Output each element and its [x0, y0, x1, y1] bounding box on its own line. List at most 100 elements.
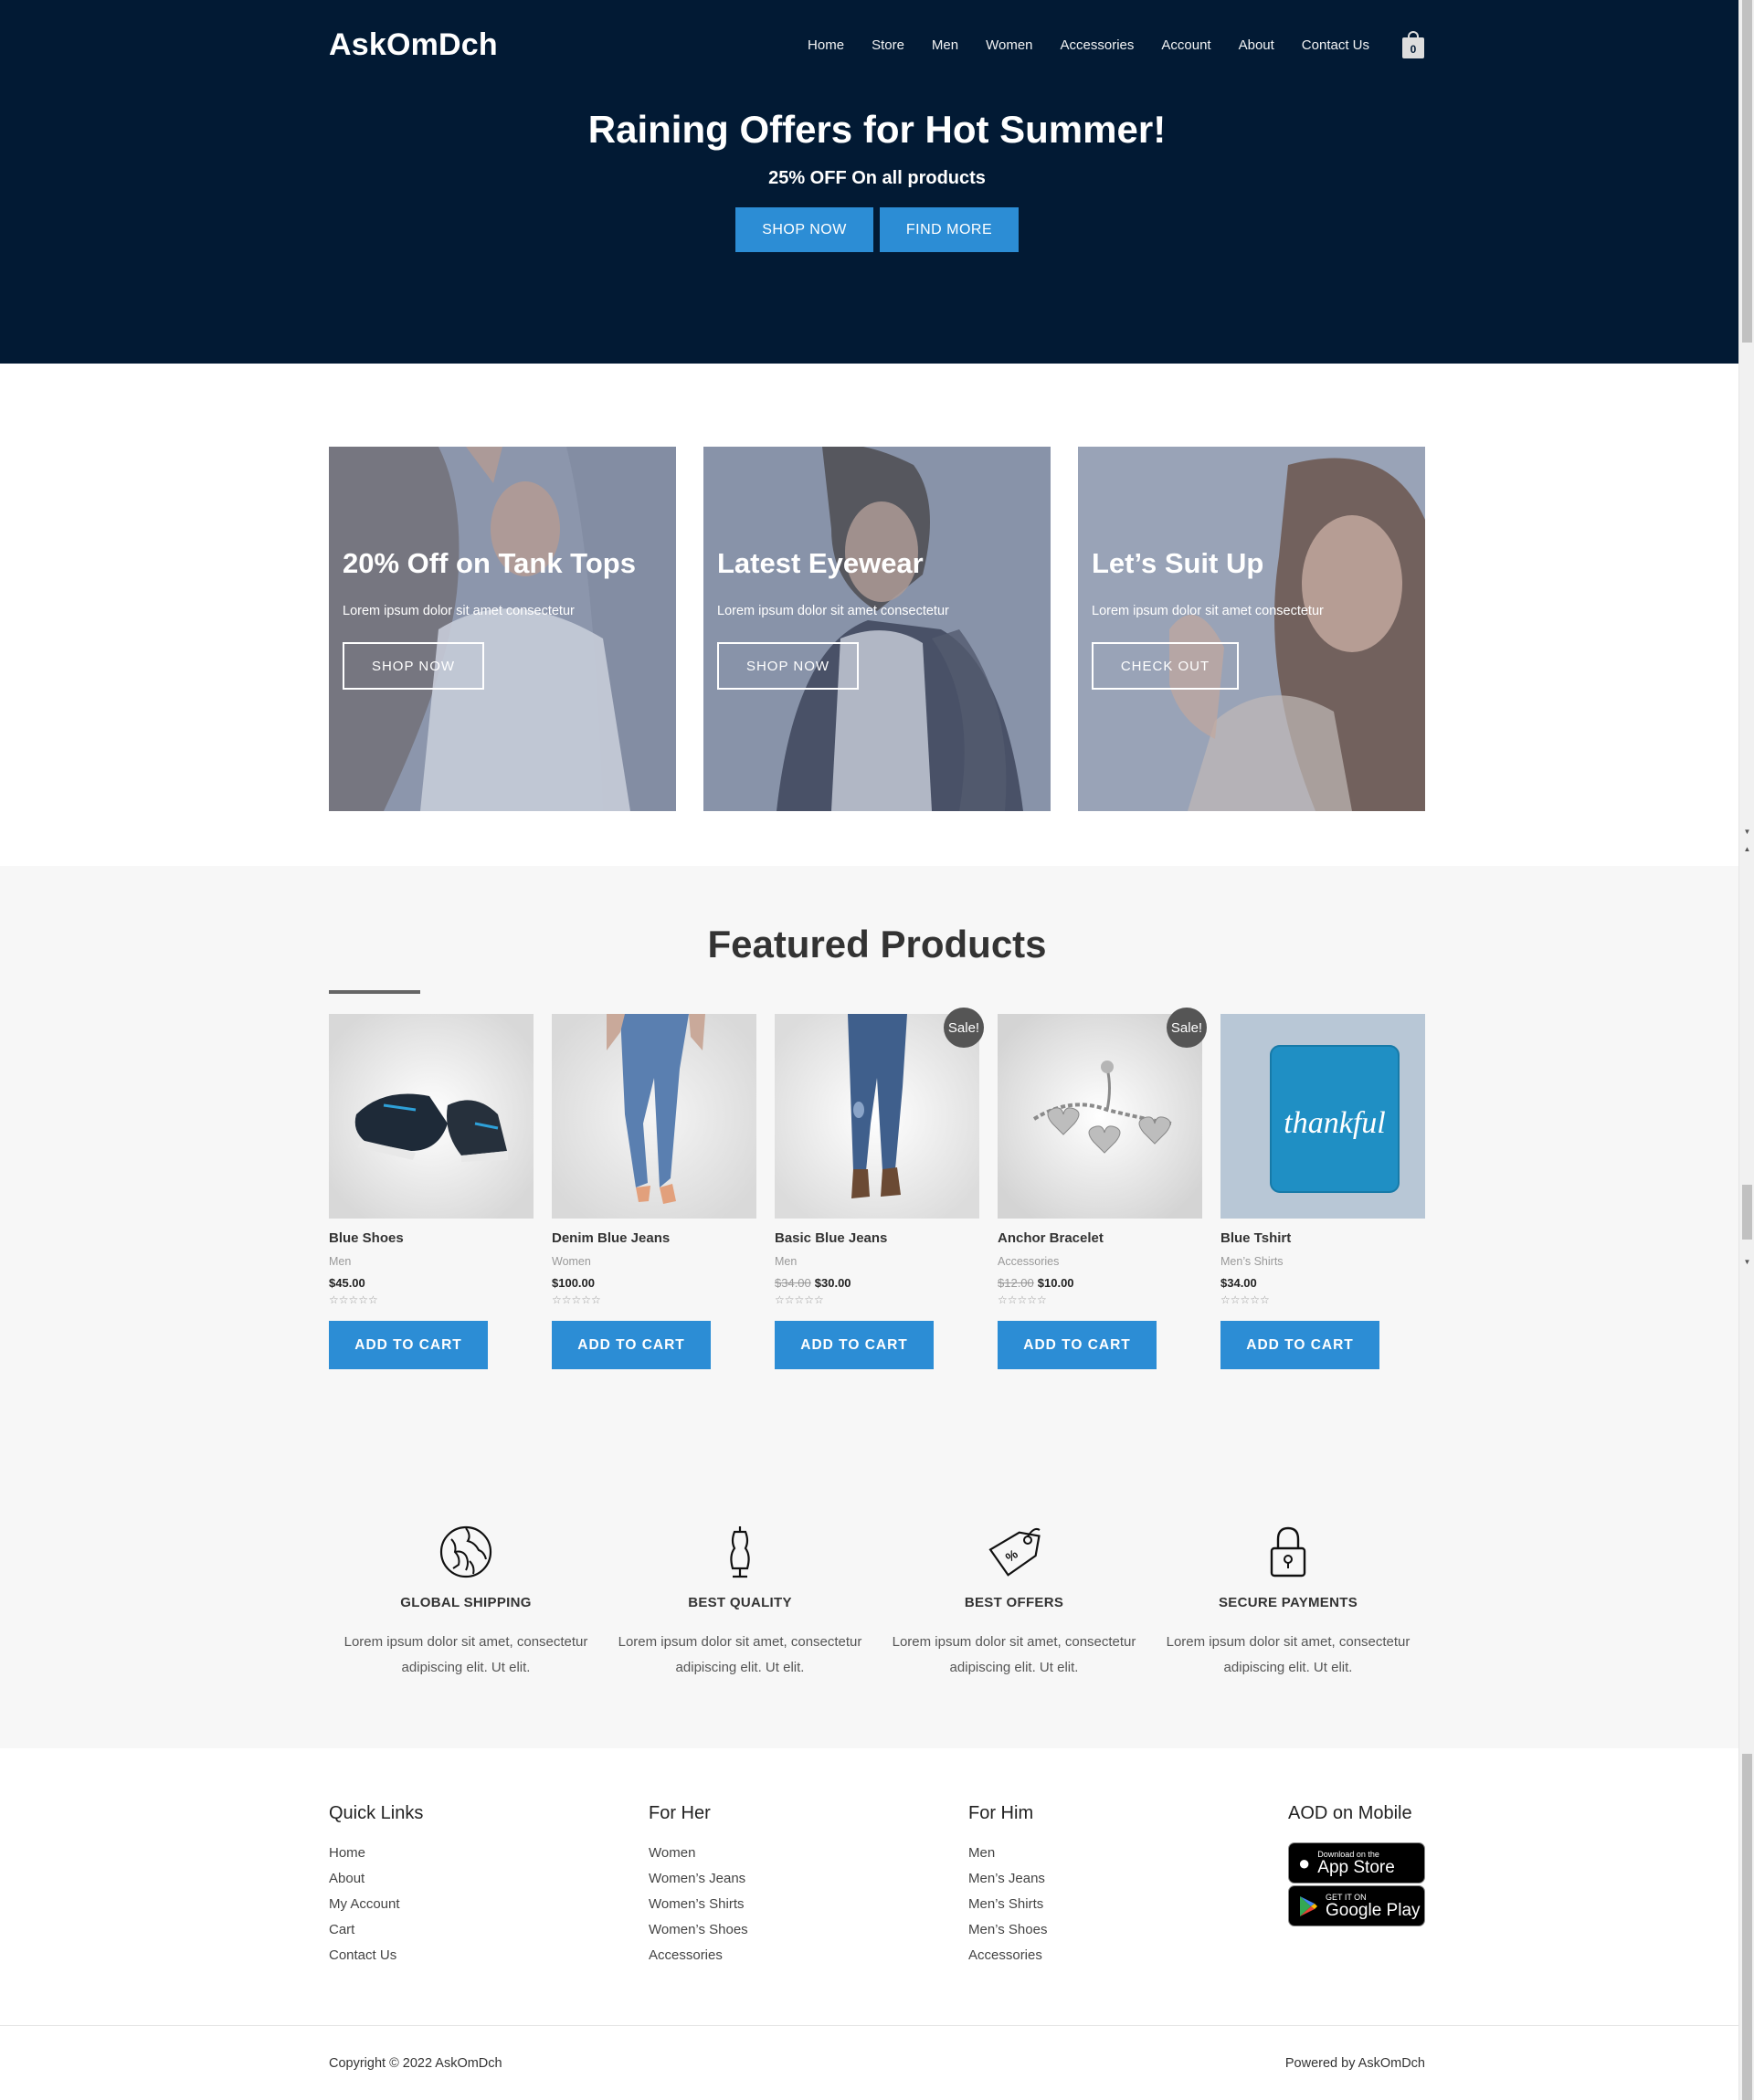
footer-link-womens-jeans[interactable]: Women’s Jeans — [649, 1866, 968, 1892]
nav-home[interactable]: Home — [808, 37, 844, 53]
footer-link-accessories[interactable]: Accessories — [649, 1943, 968, 1968]
product-card: Denim Blue Jeans Women $100.00 ☆☆☆☆☆ ADD… — [552, 1014, 756, 1369]
product-category: Men’s Shirts — [1220, 1255, 1284, 1268]
promo-title: Latest Eyewear — [717, 547, 924, 579]
hero-shop-now-button[interactable]: SHOP NOW — [735, 207, 873, 252]
vertical-scrollbar[interactable]: ▼ ▲ ▼ — [1738, 0, 1754, 2100]
product-card: Blue Shoes Men $45.00 ☆☆☆☆☆ ADD TO CART — [329, 1014, 534, 1369]
scroll-down-arrow-icon[interactable]: ▼ — [1739, 825, 1754, 839]
sale-badge: Sale! — [944, 1008, 984, 1048]
footer-link-men[interactable]: Men — [968, 1841, 1288, 1866]
footer-for-her: For Her Women Women’s Jeans Women’s Shir… — [649, 1803, 968, 1968]
footer-link-mens-shoes[interactable]: Men’s Shoes — [968, 1917, 1288, 1943]
product-image-blue-tshirt[interactable]: thankful — [1220, 1014, 1425, 1219]
product-image-basic-blue-jeans[interactable] — [775, 1014, 979, 1219]
scroll-down-arrow-icon[interactable]: ▼ — [1739, 1255, 1754, 1270]
nav-store[interactable]: Store — [872, 37, 904, 53]
old-price: $12.00 — [998, 1276, 1034, 1290]
footer-mobile: AOD on Mobile ● Download on the App Store — [1288, 1803, 1425, 1968]
feature-text: Lorem ipsum dolor sit amet, consectetur a… — [1166, 1634, 1411, 1675]
add-to-cart-button[interactable]: ADD TO CART — [775, 1321, 934, 1369]
cart-button[interactable]: 0 — [1401, 31, 1425, 58]
hero-title: Raining Offers for Hot Summer! — [587, 108, 1167, 151]
footer-link-womens-shirts[interactable]: Women’s Shirts — [649, 1892, 968, 1917]
promo-check-out-button[interactable]: CHECK OUT — [1092, 642, 1239, 690]
main-nav: Home Store Men Women Accessories Account… — [780, 31, 1425, 58]
add-to-cart-button[interactable]: ADD TO CART — [998, 1321, 1157, 1369]
price-tag-icon: % — [988, 1527, 1041, 1577]
product-name[interactable]: Anchor Bracelet — [998, 1230, 1202, 1246]
globe-icon — [439, 1525, 492, 1578]
footer-heading: Quick Links — [329, 1803, 424, 1823]
star-rating-icon: ☆☆☆☆☆ — [998, 1293, 1047, 1306]
product-name[interactable]: Blue Shoes — [329, 1230, 534, 1246]
footer-link-contact[interactable]: Contact Us — [329, 1943, 649, 1968]
feature-text: Lorem ipsum dolor sit amet, consectetur a… — [618, 1634, 862, 1675]
footer-link-mens-jeans[interactable]: Men’s Jeans — [968, 1866, 1288, 1892]
scroll-up-arrow-icon[interactable]: ▲ — [1739, 842, 1754, 857]
footer-link-womens-shoes[interactable]: Women’s Shoes — [649, 1917, 968, 1943]
promo-card-tank-tops[interactable]: 20% Off on Tank Tops Lorem ipsum dolor s… — [329, 447, 676, 811]
feature-title: SECURE PAYMENTS — [1218, 1595, 1358, 1610]
nav-contact[interactable]: Contact Us — [1302, 37, 1369, 53]
promo-card-eyewear[interactable]: Latest Eyewear Lorem ipsum dolor sit ame… — [703, 447, 1051, 811]
nav-accessories[interactable]: Accessories — [1061, 37, 1135, 53]
footer-link-home[interactable]: Home — [329, 1841, 649, 1866]
product-price: $12.00 $10.00 — [998, 1276, 1074, 1290]
add-to-cart-button[interactable]: ADD TO CART — [329, 1321, 488, 1369]
site-logo[interactable]: AskOmDch — [329, 27, 498, 63]
footer-link-about[interactable]: About — [329, 1866, 649, 1892]
footer-heading: AOD on Mobile — [1288, 1803, 1412, 1823]
nav-account[interactable]: Account — [1161, 37, 1210, 53]
google-play-badge[interactable]: GET IT ON Google Play — [1288, 1885, 1425, 1926]
features-row: GLOBAL SHIPPING Lorem ipsum dolor sit am… — [329, 1525, 1425, 1681]
product-image-denim-blue-jeans[interactable] — [552, 1014, 756, 1219]
nav-men[interactable]: Men — [932, 37, 958, 53]
promo-title: Let’s Suit Up — [1092, 547, 1264, 579]
product-category: Men — [329, 1255, 352, 1268]
promo-shop-now-button[interactable]: SHOP NOW — [343, 642, 484, 690]
hero-find-more-button[interactable]: FIND MORE — [880, 207, 1019, 252]
feature-best-offers: % BEST OFFERS Lorem ipsum dolor sit amet… — [877, 1525, 1151, 1681]
product-category: Women — [552, 1255, 591, 1268]
product-name[interactable]: Blue Tshirt — [1220, 1230, 1425, 1246]
footer-quick-links: Quick Links Home About My Account Cart C… — [329, 1803, 649, 1968]
product-name[interactable]: Denim Blue Jeans — [552, 1230, 756, 1246]
hero-subtitle: 25% OFF On all products — [768, 168, 986, 188]
hero-buttons: SHOP NOW FIND MORE — [329, 207, 1425, 252]
scrollbar-thumb[interactable] — [1742, 1754, 1752, 2100]
product-name[interactable]: Basic Blue Jeans — [775, 1230, 979, 1246]
footer-link-my-account[interactable]: My Account — [329, 1892, 649, 1917]
page: AskOmDch Home Store Men Women Accessorie… — [0, 0, 1754, 2100]
mannequin-icon — [730, 1526, 750, 1578]
nav-about[interactable]: About — [1239, 37, 1274, 53]
product-image-anchor-bracelet[interactable] — [998, 1014, 1202, 1219]
scrollbar-thumb[interactable] — [1742, 0, 1752, 343]
nav-women[interactable]: Women — [986, 37, 1032, 53]
feature-best-quality: BEST QUALITY Lorem ipsum dolor sit amet,… — [603, 1525, 877, 1681]
product-image-blue-shoes[interactable] — [329, 1014, 534, 1219]
scrollbar-thumb[interactable] — [1742, 1185, 1752, 1240]
feature-global-shipping: GLOBAL SHIPPING Lorem ipsum dolor sit am… — [329, 1525, 603, 1681]
promo-card-suit-up[interactable]: Let’s Suit Up Lorem ipsum dolor sit amet… — [1078, 447, 1425, 811]
sale-badge: Sale! — [1167, 1008, 1207, 1048]
svg-text:%: % — [1003, 1546, 1021, 1565]
product-card: thankful Blue Tshirt Men’s Shirts $34.00… — [1220, 1014, 1425, 1369]
product-card: Sale! Basic Blue Jeans Men $34.00 $30.00… — [775, 1008, 984, 1369]
footer-link-mens-shirts[interactable]: Men’s Shirts — [968, 1892, 1288, 1917]
footer-link-accessories[interactable]: Accessories — [968, 1943, 1288, 1968]
add-to-cart-button[interactable]: ADD TO CART — [552, 1321, 711, 1369]
promo-shop-now-button[interactable]: SHOP NOW — [717, 642, 859, 690]
footer-link-women[interactable]: Women — [649, 1841, 968, 1866]
product-category: Accessories — [998, 1255, 1060, 1268]
section-divider — [329, 990, 420, 994]
footer-heading: For Him — [968, 1803, 1034, 1823]
site-footer: Quick Links Home About My Account Cart C… — [0, 1748, 1754, 2026]
add-to-cart-button[interactable]: ADD TO CART — [1220, 1321, 1379, 1369]
google-play-icon — [1300, 1895, 1317, 1916]
footer-link-cart[interactable]: Cart — [329, 1917, 649, 1943]
star-rating-icon: ☆☆☆☆☆ — [329, 1293, 378, 1306]
app-store-badge[interactable]: ● Download on the App Store — [1288, 1842, 1425, 1884]
tshirt-print-text: thankful — [1284, 1106, 1385, 1140]
feature-title: GLOBAL SHIPPING — [400, 1595, 532, 1610]
